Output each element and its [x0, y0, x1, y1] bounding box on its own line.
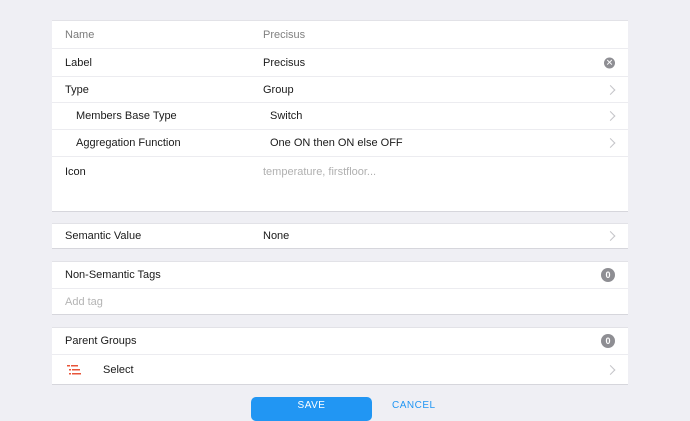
- parent-groups-card: Parent Groups 0 Select: [52, 327, 628, 385]
- aggregation-function-label: Aggregation Function: [76, 137, 181, 149]
- parent-groups-count-badge: 0: [601, 334, 615, 348]
- type-value: Group: [263, 83, 294, 96]
- label-label: Label: [65, 56, 92, 69]
- chevron-right-icon: [605, 111, 616, 121]
- chevron-right-icon: [605, 231, 616, 241]
- item-properties-card: Name Precisus Label Precisus ✕ Type Grou…: [52, 20, 628, 212]
- icon-input[interactable]: temperature, firstfloor...: [263, 166, 376, 178]
- semantic-value: None: [263, 230, 290, 242]
- tags-count-badge: 0: [601, 268, 615, 282]
- type-label: Type: [65, 83, 89, 96]
- label-row[interactable]: Label Precisus ✕: [52, 49, 628, 77]
- list-icon: [67, 364, 81, 374]
- type-row[interactable]: Type Group: [52, 77, 628, 103]
- name-value: Precisus: [263, 28, 306, 41]
- tags-label: Non-Semantic Tags: [65, 269, 161, 281]
- semantic-value-label: Semantic Value: [65, 230, 142, 242]
- aggregation-function-row[interactable]: Aggregation Function One ON then ON else…: [52, 130, 628, 157]
- members-base-type-label: Members Base Type: [76, 110, 177, 122]
- aggregation-function-value: One ON then ON else OFF: [270, 137, 403, 149]
- chevron-right-icon: [605, 364, 616, 375]
- icon-row[interactable]: Icon temperature, firstfloor...: [52, 157, 628, 187]
- chevron-right-icon: [605, 84, 616, 95]
- icon-label: Icon: [65, 166, 86, 178]
- clear-icon[interactable]: ✕: [604, 57, 615, 68]
- add-tag-input[interactable]: Add tag: [65, 296, 103, 308]
- members-base-type-value: Switch: [270, 110, 303, 122]
- tags-header-row: Non-Semantic Tags 0: [52, 262, 628, 289]
- parent-groups-label: Parent Groups: [65, 335, 137, 347]
- save-button[interactable]: SAVE: [251, 397, 372, 421]
- add-tag-row[interactable]: Add tag: [52, 289, 628, 315]
- parent-groups-header-row: Parent Groups 0: [52, 328, 628, 355]
- members-base-type-row[interactable]: Members Base Type Switch: [52, 103, 628, 130]
- chevron-right-icon: [605, 138, 616, 148]
- select-parent-label: Select: [103, 363, 134, 376]
- name-label: Name: [65, 28, 95, 41]
- label-input[interactable]: Precisus: [263, 57, 305, 69]
- tags-card: Non-Semantic Tags 0 Add tag: [52, 261, 628, 315]
- name-row: Name Precisus: [52, 21, 628, 49]
- semantic-card: Semantic Value None: [52, 223, 628, 249]
- select-parent-row[interactable]: Select: [52, 355, 628, 384]
- semantic-value-row[interactable]: Semantic Value None: [52, 224, 628, 248]
- cancel-button[interactable]: CANCEL: [392, 397, 436, 421]
